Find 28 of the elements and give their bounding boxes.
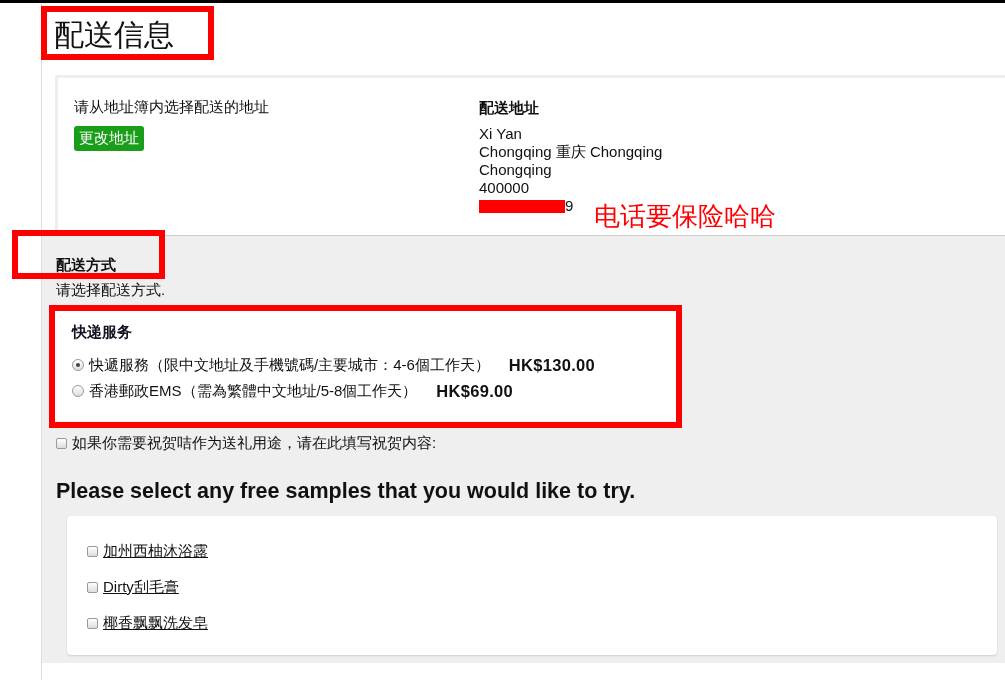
checkbox[interactable] — [87, 581, 98, 593]
sample-link[interactable]: 椰香飘飘洗发皂 — [103, 613, 208, 633]
address-prompt: 请从地址簿内选择配送的地址 — [74, 98, 270, 117]
address-heading: 配送地址 — [479, 99, 540, 118]
group-title: 快递服务 — [72, 323, 133, 342]
option-price: HK$69.00 — [436, 381, 514, 401]
option-price: HK$130.00 — [508, 355, 596, 375]
change-address-button[interactable]: 更改地址 — [74, 126, 144, 151]
checkbox[interactable] — [87, 545, 98, 557]
address-line: Chongqing 重庆 Chongqing — [479, 143, 663, 161]
checkbox[interactable] — [87, 617, 98, 629]
address-line: Xi Yan — [479, 125, 523, 143]
sample-link[interactable]: 加州西柚沐浴露 — [103, 541, 208, 561]
option-label: 香港郵政EMS（需為繁體中文地址/5-8個工作天） — [89, 381, 418, 401]
option-label: 快遞服務（限中文地址及手機號碼/主要城市：4-6個工作天） — [89, 355, 490, 375]
sample-link[interactable]: Dirty刮毛膏 — [103, 577, 179, 597]
phone-number: 9 — [565, 197, 574, 215]
radio-button[interactable] — [72, 359, 84, 371]
checkbox[interactable] — [56, 437, 67, 449]
address-line: Chongqing — [479, 161, 553, 179]
annotation-note: 电话要保险哈哈 — [594, 200, 776, 233]
page-title: 配送信息 — [54, 17, 174, 53]
gift-message-label: 如果你需要祝贺咭作为送礼用途，请在此填写祝贺内容: — [72, 433, 437, 453]
samples-heading: Please select any free samples that you would like to try. — [56, 479, 637, 504]
section-heading: 配送方式 — [56, 256, 116, 275]
radio-button[interactable] — [72, 385, 84, 397]
address-line: 400000 — [479, 179, 531, 197]
shipping-prompt: 请选择配送方式. — [56, 281, 167, 299]
